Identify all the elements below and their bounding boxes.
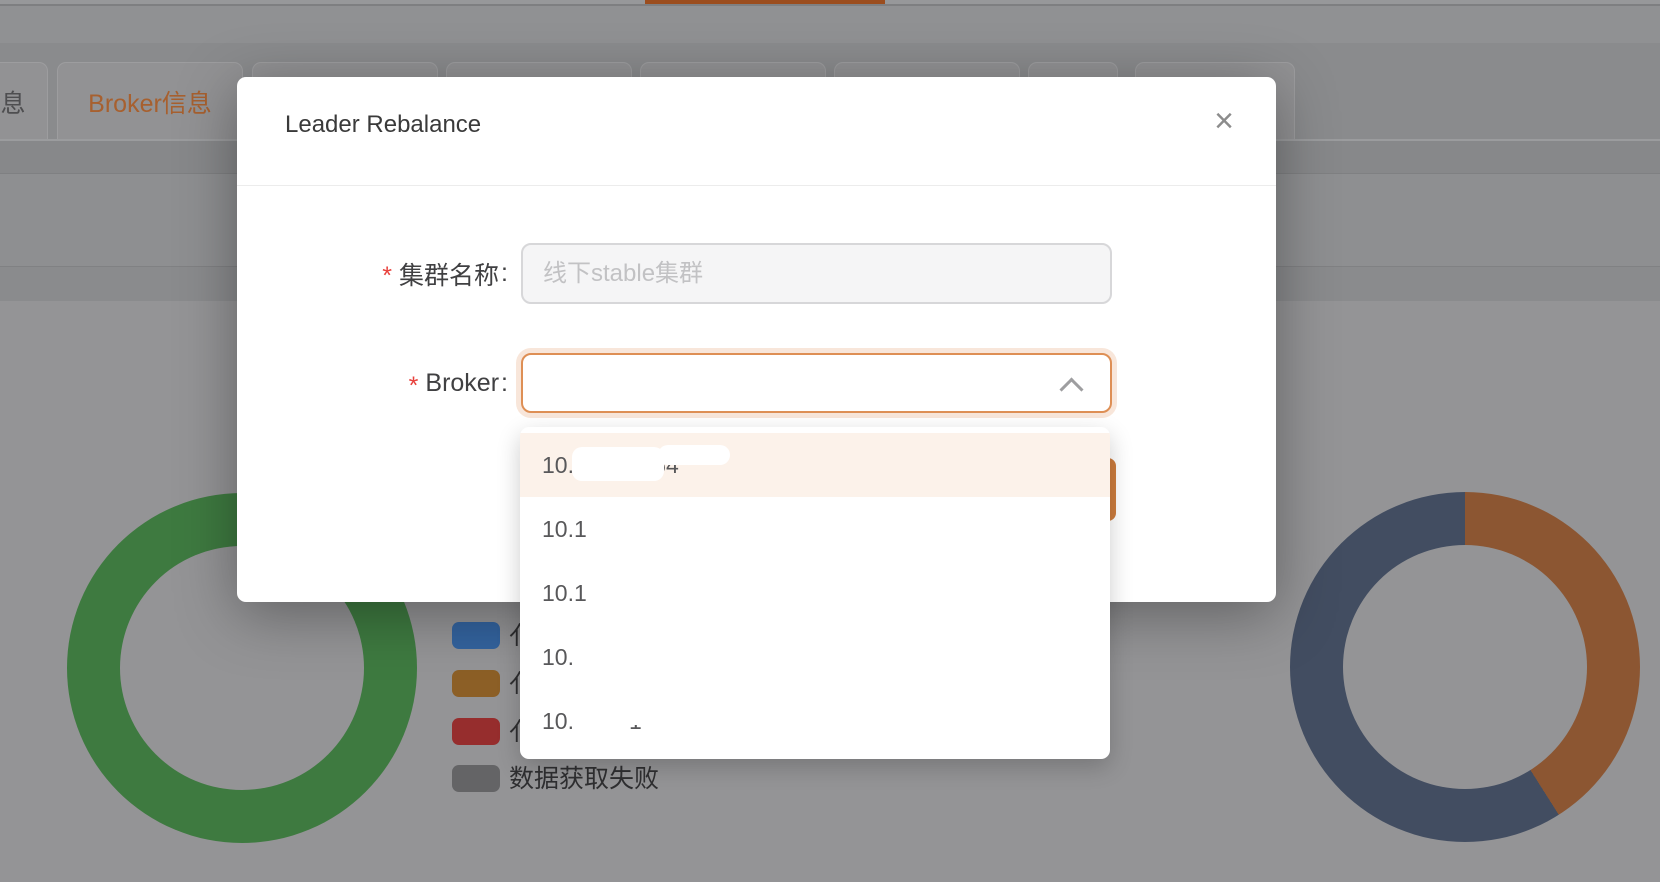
redaction-blob [618,511,722,543]
legend-swatch-brown [452,670,500,697]
dropdown-option-3[interactable]: 10.1 4 [520,561,1110,625]
tab-partial-left[interactable]: 息 [0,62,48,140]
close-button[interactable]: × [1202,99,1246,143]
legend-swatch-blue [452,622,500,649]
modal-title: Leader Rebalance [285,111,481,139]
required-asterisk: * [382,256,392,291]
redaction-blob [692,571,734,589]
close-icon: × [1214,102,1234,141]
redaction-blob [716,517,736,533]
legend-label-fragment: 亻 [509,621,520,651]
donut-hole [1343,545,1587,789]
right-donut-chart [1290,492,1640,842]
redaction-blob [680,703,722,721]
modal-header-divider [237,185,1276,186]
tab-broker-info[interactable]: Broker信息 [57,62,243,140]
redaction-blob [578,639,680,671]
redaction-blob [658,445,730,465]
required-asterisk: * [409,366,419,401]
broker-dropdown: 10. .164 10.1 10.1 4 10. ) 10. 1 [520,427,1110,759]
tab-label: Broker信息 [88,84,212,120]
page: 息 Broker信息 亻 亻 亻 数据获取失败 Leader Rebalance… [0,0,1660,882]
label-colon: : [501,259,508,288]
option-text: 10. [542,644,574,671]
legend-swatch-grey [452,765,500,792]
dropdown-option-2[interactable]: 10.1 [520,497,1110,561]
legend-label-fragment: 亻 [509,669,520,699]
legend-label-fragment: 亻 [509,717,520,747]
redaction-blob [614,575,698,607]
redaction-blob [572,447,664,481]
page-band [0,6,1660,43]
chevron-up-icon[interactable] [1059,377,1083,401]
broker-label: * Broker : [237,353,508,413]
cluster-name-label: * 集群名称 : [237,243,508,304]
option-text: 10. [542,452,574,479]
tab-label: 息 [0,84,25,120]
option-text: 10.1 [542,580,587,607]
legend-swatch-red [452,718,500,745]
label-text: Broker [425,369,499,398]
legend-label-data-fetch-failed: 数据获取失败 [509,764,659,794]
option-text: 10. [542,708,574,735]
cluster-name-input[interactable] [521,243,1112,304]
redaction-blob [580,701,686,725]
label-colon: : [501,369,508,398]
broker-select[interactable] [521,353,1112,413]
option-text: 10.1 [542,516,587,543]
label-text: 集群名称 [399,256,499,292]
